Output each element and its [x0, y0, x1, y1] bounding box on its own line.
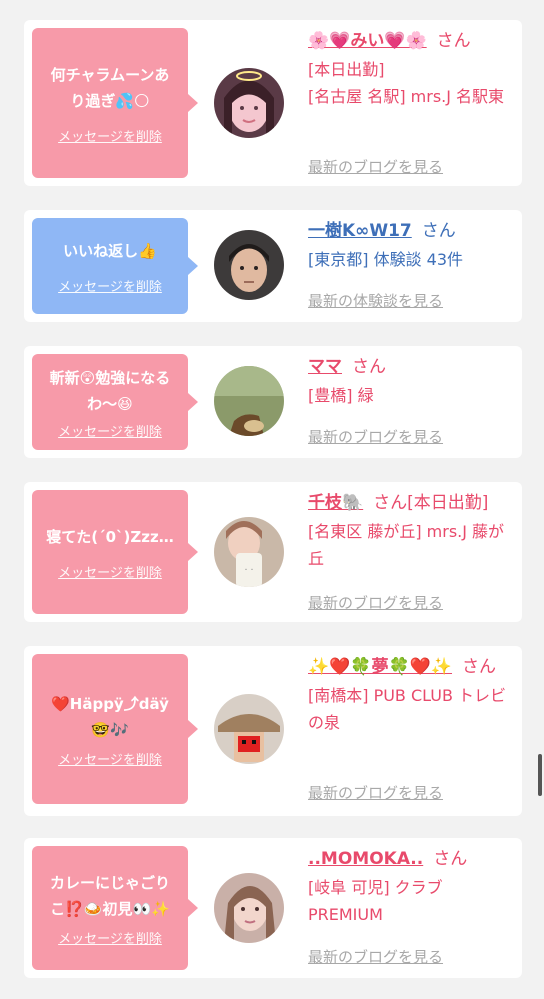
user-info: ..MOMOKA.. さん [岐阜 可児] クラブ PREMIUM: [308, 846, 514, 928]
delete-message-link[interactable]: メッセージを削除: [58, 276, 162, 295]
honorific: さん: [433, 849, 468, 869]
message-bubble: ❤️Häppÿ⤴︎däÿ 🤓🎶 メッセージを削除: [32, 654, 198, 804]
delete-message-link[interactable]: メッセージを削除: [58, 749, 162, 768]
user-detail: [東京都] 体験談 43件: [308, 250, 464, 269]
user-name-link[interactable]: ママ: [308, 357, 342, 377]
user-info: 🌸💗みい💗🌸 さん [本日出勤] [名古屋 名駅] mrs.J 名駅東: [308, 28, 514, 110]
scrollbar[interactable]: [538, 754, 542, 796]
user-name-link[interactable]: ✨❤️🍀夢🍀❤️✨: [308, 657, 452, 677]
honorific: さん: [462, 657, 497, 677]
user-detail: [南橋本] PUB CLUB トレビの泉: [308, 686, 507, 732]
delete-message-link[interactable]: メッセージを削除: [58, 126, 162, 145]
avatar[interactable]: [214, 366, 284, 436]
message-bubble: 寝てた(´0`)Zzz… メッセージを削除: [32, 490, 198, 614]
message-text: 斬新😲勉強になる わ〜😆: [49, 368, 171, 413]
message-bubble: カレーにじゃごり こ⁉️🍛初見👀✨ メッセージを削除: [32, 846, 198, 970]
latest-blog-link[interactable]: 最新のブログを見る: [308, 156, 443, 177]
delete-message-link[interactable]: メッセージを削除: [58, 928, 162, 947]
honorific: さん[本日出勤]: [373, 493, 489, 513]
avatar-photo-4-icon: ・・: [214, 517, 284, 587]
avatar-photo-6-icon: [214, 873, 284, 943]
message-card: ❤️Häppÿ⤴︎däÿ 🤓🎶 メッセージを削除 ✨❤️🍀夢🍀❤️✨ さん [南橋…: [24, 646, 522, 816]
message-text: 寝てた(´0`)Zzz…: [46, 527, 174, 546]
message-bubble: 斬新😲勉強になる わ〜😆 メッセージを削除: [32, 354, 198, 450]
message-card: カレーにじゃごり こ⁉️🍛初見👀✨ メッセージを削除 ..MOMOKA.. さん …: [24, 838, 522, 978]
avatar-photo-3-icon: [214, 366, 284, 436]
latest-blog-link[interactable]: 最新のブログを見る: [308, 946, 443, 967]
delete-message-link[interactable]: メッセージを削除: [58, 562, 162, 581]
avatar-photo-5-icon: [214, 694, 284, 764]
user-info: ✨❤️🍀夢🍀❤️✨ さん [南橋本] PUB CLUB トレビの泉: [308, 654, 514, 736]
honorific: さん: [352, 357, 386, 377]
message-card: 何チャラムーンあ り過ぎ💦🌕 メッセージを削除 🌸💗みい💗🌸 さん [本日出勤] …: [24, 20, 522, 186]
honorific: さん: [421, 221, 456, 241]
svg-text:・・: ・・: [243, 567, 255, 574]
latest-blog-link[interactable]: 最新のブログを見る: [308, 782, 443, 803]
message-bubble: 何チャラムーンあ り過ぎ💦🌕 メッセージを削除: [32, 28, 198, 178]
message-card: 斬新😲勉強になる わ〜😆 メッセージを削除 ママ さん [豊橋] 緑 最新のブログ…: [24, 346, 522, 458]
user-detail: [本日出勤] [名古屋 名駅] mrs.J 名駅東: [308, 60, 505, 106]
latest-review-link[interactable]: 最新の体験談を見る: [308, 290, 443, 311]
user-detail: [豊橋] 緑: [308, 386, 374, 405]
message-text: カレーにじゃごり こ⁉️🍛初見👀✨: [49, 873, 170, 918]
avatar-photo-1-icon: [214, 68, 284, 138]
user-name-link[interactable]: 千枝🐘: [308, 493, 363, 513]
user-name-link[interactable]: ..MOMOKA..: [308, 849, 423, 869]
honorific: さん: [436, 31, 471, 51]
latest-blog-link[interactable]: 最新のブログを見る: [308, 592, 443, 613]
user-name-link[interactable]: 一樹K∞W17: [308, 221, 412, 241]
user-info: 千枝🐘 さん[本日出勤] [名東区 藤が丘] mrs.J 藤が丘: [308, 490, 514, 572]
avatar[interactable]: [214, 68, 284, 138]
message-text: ❤️Häppÿ⤴︎däÿ 🤓🎶: [51, 694, 169, 739]
avatar[interactable]: [214, 230, 284, 300]
latest-blog-link[interactable]: 最新のブログを見る: [308, 426, 443, 447]
message-bubble: いいね返し👍 メッセージを削除: [32, 218, 198, 314]
delete-message-link[interactable]: メッセージを削除: [58, 421, 162, 440]
message-text: 何チャラムーンあ り過ぎ💦🌕: [50, 65, 170, 110]
message-text: いいね返し👍: [63, 241, 157, 260]
user-info: ママ さん [豊橋] 緑: [308, 354, 514, 409]
user-detail: [岐阜 可児] クラブ PREMIUM: [308, 878, 443, 924]
message-card: いいね返し👍 メッセージを削除 一樹K∞W17 さん [東京都] 体験談 43件 …: [24, 210, 522, 322]
user-detail: [名東区 藤が丘] mrs.J 藤が丘: [308, 522, 505, 568]
avatar-photo-2-icon: [214, 230, 284, 300]
message-card: 寝てた(´0`)Zzz… メッセージを削除 ・・ 千枝🐘 さん[本日出勤] [名東…: [24, 482, 522, 622]
user-info: 一樹K∞W17 さん [東京都] 体験談 43件: [308, 218, 514, 273]
avatar[interactable]: [214, 694, 284, 764]
avatar[interactable]: ・・: [214, 517, 284, 587]
user-name-link[interactable]: 🌸💗みい💗🌸: [308, 31, 427, 51]
avatar[interactable]: [214, 873, 284, 943]
